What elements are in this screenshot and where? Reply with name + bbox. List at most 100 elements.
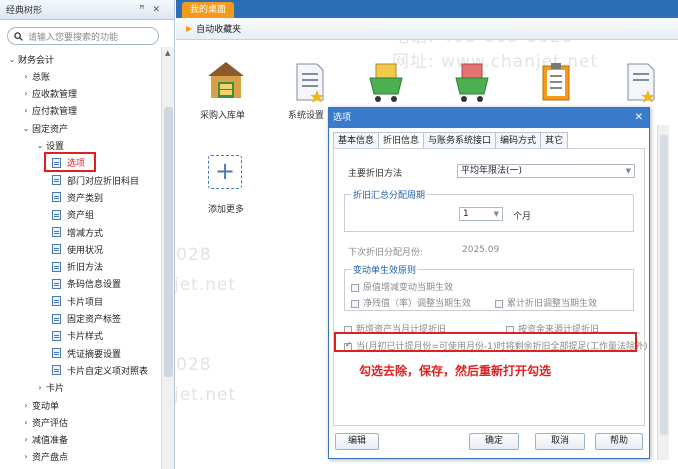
red-annotation: 勾选去除，保存，然后重新打开勾选 xyxy=(359,364,552,378)
tree-item[interactable]: › 减值准备 xyxy=(20,432,68,448)
tree-item-label: 条码信息设置 xyxy=(67,280,122,291)
tree-item[interactable]: 资产组 xyxy=(52,207,94,223)
chevron-down-icon[interactable]: ⌄ xyxy=(6,55,18,64)
tree-item[interactable]: 条码信息设置 xyxy=(52,276,121,292)
chevron-right-icon[interactable]: › xyxy=(34,383,46,392)
tree-item-label: 凭证摘要设置 xyxy=(67,349,122,360)
tree-item[interactable]: › 总账 xyxy=(20,68,50,84)
edit-button[interactable]: 编辑 xyxy=(335,433,379,450)
chevron-right-icon[interactable]: › xyxy=(20,401,32,410)
ok-button[interactable]: 确定 xyxy=(469,433,519,450)
left-scrollbar[interactable]: ▲ xyxy=(161,47,174,469)
page-icon xyxy=(52,348,61,359)
chevron-right-icon[interactable]: › xyxy=(20,452,32,461)
warehouse-icon[interactable] xyxy=(206,60,246,104)
tree-item[interactable]: 固定资产标签 xyxy=(52,311,121,327)
effect-group-label: 变动单生效原则 xyxy=(351,263,419,276)
tab-my-desktop[interactable]: 我的桌面 xyxy=(182,2,235,18)
favorites-bar[interactable]: ▶ 自动收藏夹 xyxy=(176,18,678,40)
add-more-button[interactable]: + xyxy=(208,155,242,189)
tree-item[interactable]: › 应付款管理 xyxy=(20,103,77,119)
checkbox[interactable] xyxy=(495,299,503,308)
tree-item-label: 资产评估 xyxy=(32,418,69,429)
tree-item[interactable]: 增减方式 xyxy=(52,224,103,240)
document-icon[interactable] xyxy=(289,60,329,104)
tab-coding-method[interactable]: 编码方式 xyxy=(495,132,542,148)
desktop-scrollbar[interactable] xyxy=(657,125,669,460)
clipboard-icon[interactable] xyxy=(536,60,576,104)
page-icon xyxy=(52,313,61,324)
tree-item[interactable]: 卡片自定义项对照表 xyxy=(52,362,148,378)
tree-item-label: 使用状况 xyxy=(67,245,104,256)
period-select[interactable]: 1 ▼ xyxy=(459,207,503,221)
main-method-label: 主要折旧方法 xyxy=(348,169,403,179)
document-star-icon[interactable] xyxy=(620,60,660,104)
add-more-label[interactable]: 添加更多 xyxy=(208,202,244,215)
tab-depreciation-info[interactable]: 折旧信息 xyxy=(378,132,425,148)
main-method-select[interactable]: 平均年限法(一) ▼ xyxy=(457,164,635,178)
tree-item[interactable]: 使用状况 xyxy=(52,241,103,257)
chevron-right-icon[interactable]: › xyxy=(20,435,32,444)
tree-item[interactable]: 卡片样式 xyxy=(52,328,103,344)
effect-option-residual[interactable]: 净残值（率）调整当期生效 xyxy=(351,296,471,309)
tree-item[interactable]: ⌄ 固定资产 xyxy=(20,120,68,136)
effect-option-accum-depr[interactable]: 累计折旧调整当期生效 xyxy=(495,296,597,309)
tab-basic-info[interactable]: 基本信息 xyxy=(333,132,380,148)
tree-item[interactable]: › 资产盘点 xyxy=(20,449,68,465)
checkbox[interactable] xyxy=(351,299,359,308)
page-icon xyxy=(52,192,61,203)
tree-item-label: 应付款管理 xyxy=(32,107,78,118)
tab-accounting-interface[interactable]: 与账务系统接口 xyxy=(423,132,497,148)
left-panel-header: 经典树形 ꟸ ✕ xyxy=(0,0,174,20)
pin-icon[interactable]: ꟸ xyxy=(139,5,144,15)
highlight-box-options xyxy=(44,152,96,172)
dialog-close-icon[interactable]: ✕ xyxy=(635,108,643,128)
scrollbar-thumb[interactable] xyxy=(164,107,173,377)
dialog-titlebar[interactable]: 选项 ✕ xyxy=(329,108,649,128)
tree-item[interactable]: › 应收款管理 xyxy=(20,86,77,102)
tree-item[interactable]: 凭证摘要设置 xyxy=(52,345,121,361)
tree-item-label: 卡片样式 xyxy=(67,332,104,343)
tree-item[interactable]: › 资产评估 xyxy=(20,414,68,430)
search-input[interactable]: 请输入您要搜索的功能 xyxy=(7,27,159,45)
cart-icon[interactable] xyxy=(452,60,492,104)
tree-item-label: 固定资产 xyxy=(32,124,69,135)
tree-item-label: 资产组 xyxy=(67,211,95,222)
options-dialog: 选项 ✕ 基本信息 折旧信息 与账务系统接口 编码方式 其它 主要折旧方法 平均… xyxy=(328,107,650,459)
favorites-label: 自动收藏夹 xyxy=(196,25,242,35)
period-group: 折旧汇总分配周期 1 ▼ 个月 xyxy=(344,188,634,232)
page-icon xyxy=(52,244,61,255)
checkbox[interactable] xyxy=(351,283,359,292)
app-label-system-settings[interactable]: 系统设置 xyxy=(288,108,324,121)
left-panel-title: 经典树形 xyxy=(6,6,43,16)
chevron-right-icon[interactable]: › xyxy=(20,89,32,98)
period-value: 1 xyxy=(463,209,469,219)
dialog-title: 选项 xyxy=(333,113,352,123)
chevron-down-icon[interactable]: ⌄ xyxy=(20,124,32,133)
tree-item[interactable]: 资产类别 xyxy=(52,189,103,205)
chevron-right-icon[interactable]: › xyxy=(20,72,32,81)
chevron-down-icon: ▼ xyxy=(493,210,499,218)
chevron-right-icon[interactable]: › xyxy=(20,106,32,115)
cart-icon[interactable] xyxy=(366,60,406,104)
tree-item[interactable]: ⌄ 财务会计 xyxy=(6,51,54,67)
tree-item[interactable]: 卡片项目 xyxy=(52,293,103,309)
close-icon[interactable]: ✕ xyxy=(152,5,160,15)
period-unit: 个月 xyxy=(513,212,532,222)
cancel-button[interactable]: 取消 xyxy=(535,433,585,450)
scroll-up-icon[interactable]: ▲ xyxy=(165,49,170,57)
chevron-right-icon[interactable]: › xyxy=(20,418,32,427)
scrollbar-thumb[interactable] xyxy=(660,135,668,435)
tree-item[interactable]: › 卡片 xyxy=(34,380,64,396)
help-button[interactable]: 帮助 xyxy=(595,433,643,450)
app-label-purchase-receipt[interactable]: 采购入库单 xyxy=(200,108,245,121)
effect-option-original-value[interactable]: 原值增减变动当期生效 xyxy=(351,280,453,293)
tree-item[interactable]: › 变动单 xyxy=(20,397,59,413)
main-method-value: 平均年限法(一) xyxy=(461,166,523,176)
tab-other[interactable]: 其它 xyxy=(540,132,569,148)
tree-item-label: 增减方式 xyxy=(67,228,104,239)
tree-item[interactable]: 部门对应折旧科目 xyxy=(52,172,139,188)
page-icon xyxy=(52,209,61,220)
chevron-down-icon[interactable]: ⌄ xyxy=(34,141,46,150)
tree-item[interactable]: 折旧方法 xyxy=(52,259,103,275)
